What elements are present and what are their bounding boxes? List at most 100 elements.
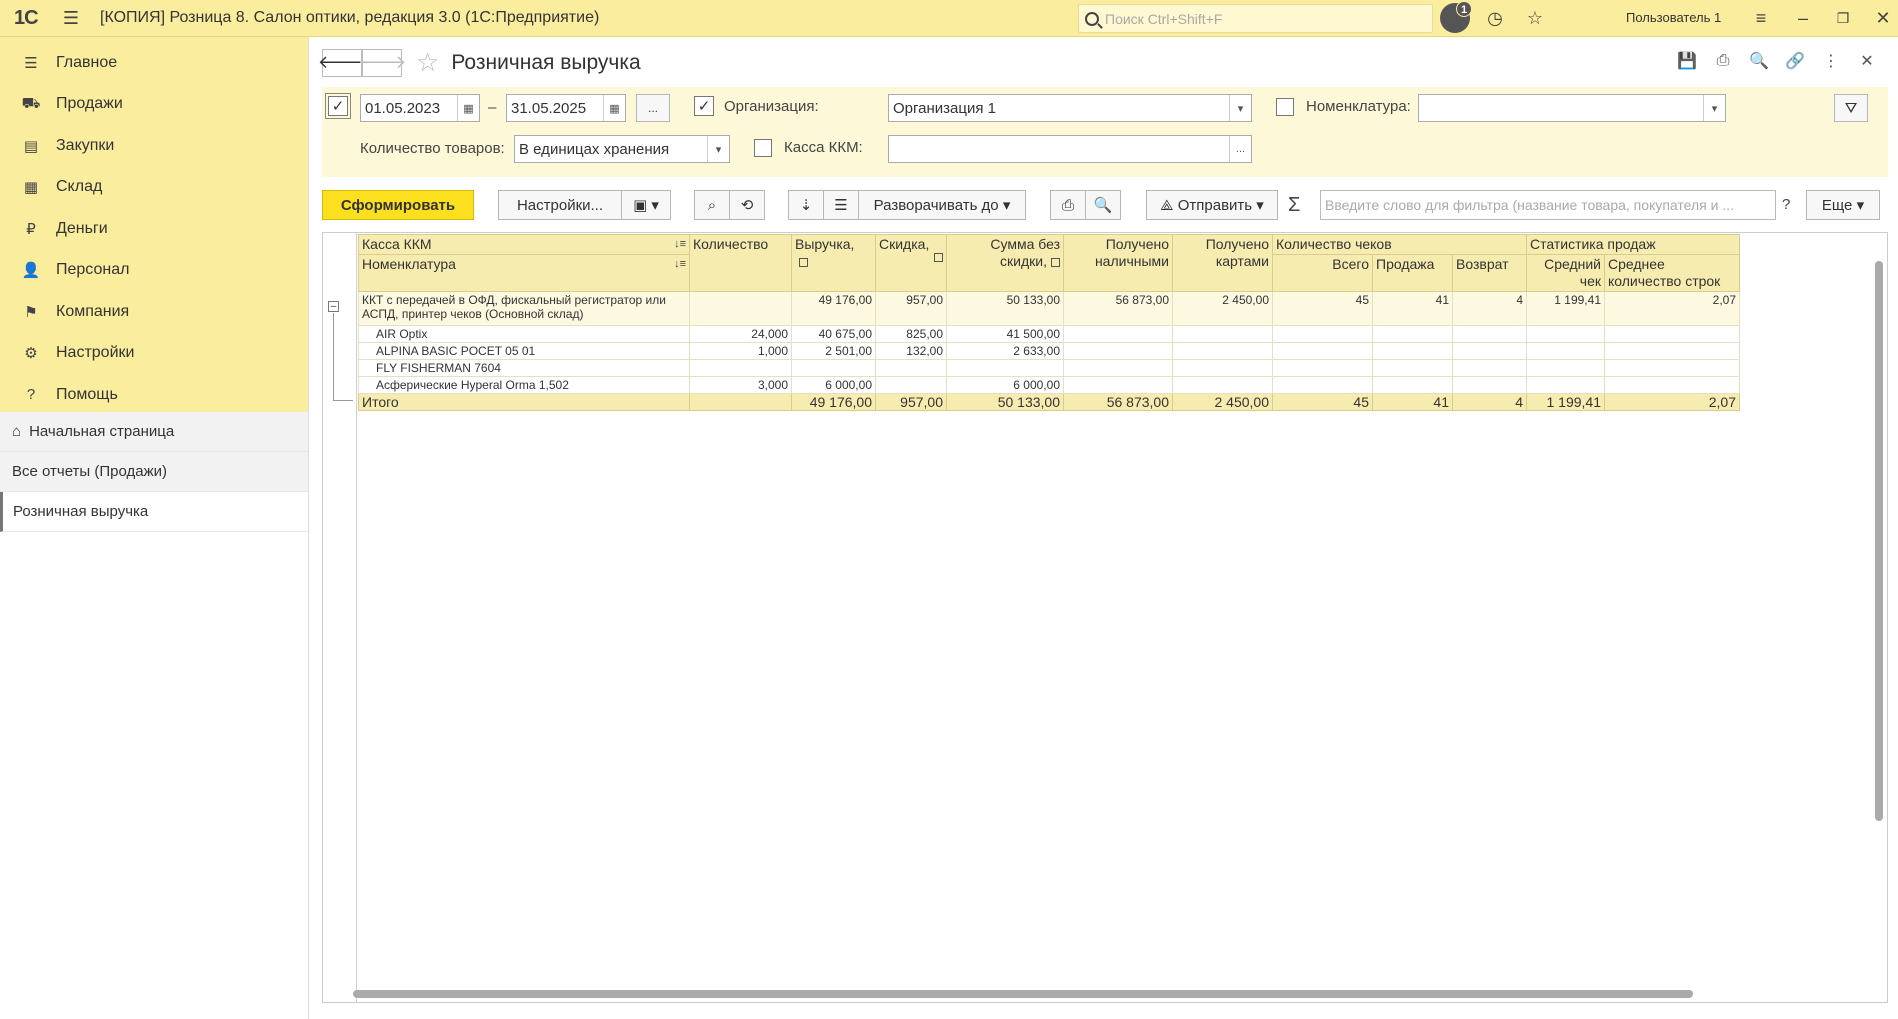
vertical-scroll-thumb[interactable] bbox=[1875, 261, 1883, 821]
header-sale[interactable]: Продажа bbox=[1372, 254, 1453, 292]
calendar-icon[interactable]: ▦ bbox=[603, 95, 625, 121]
favorite-star-icon[interactable]: ☆ bbox=[416, 47, 439, 78]
restore-icon[interactable]: ❐ bbox=[1828, 4, 1858, 34]
header-discount[interactable]: Скидка, bbox=[875, 234, 947, 292]
chevron-down-icon[interactable]: ▾ bbox=[1229, 95, 1251, 121]
header-sales-stats[interactable]: Статистика продаж bbox=[1526, 234, 1740, 255]
header-return[interactable]: Возврат bbox=[1452, 254, 1527, 292]
print-preview-icon[interactable]: 🔍 bbox=[1085, 190, 1121, 220]
header-avg-check[interactable]: Средний чек bbox=[1526, 254, 1605, 292]
minimize-icon[interactable]: – bbox=[1788, 4, 1818, 34]
select-ellipsis-button[interactable]: ... bbox=[1229, 136, 1251, 162]
table-row[interactable]: FLY FISHERMAN 7604 bbox=[358, 359, 1740, 377]
chevron-down-icon[interactable]: ▾ bbox=[707, 136, 729, 162]
app-title: [КОПИЯ] Розница 8. Салон оптики, редакци… bbox=[100, 9, 600, 26]
period-checkbox[interactable]: ✓ bbox=[325, 93, 351, 119]
kkm-field[interactable]: ... bbox=[888, 135, 1252, 163]
section-label: Закупки bbox=[56, 136, 115, 154]
header-revenue[interactable]: Выручка, bbox=[791, 234, 876, 292]
section-staff[interactable]: 👤 Персонал bbox=[0, 250, 308, 292]
cell-empty bbox=[1526, 376, 1605, 394]
close-form-icon[interactable]: ✕ bbox=[1852, 49, 1882, 73]
link-icon[interactable]: 🔗 bbox=[1780, 49, 1810, 73]
send-dropdown[interactable]: ⟁ Отправить ▾ bbox=[1146, 190, 1278, 220]
search-clear-icon[interactable]: ⟲ bbox=[729, 190, 765, 220]
report-spreadsheet[interactable]: – Касса ККМ ↓≡ Количество Выручка, Скидка… bbox=[322, 232, 1888, 1003]
settings-menu-icon[interactable]: ≡ bbox=[1746, 4, 1776, 34]
horizontal-scrollbar[interactable] bbox=[353, 990, 1853, 998]
period-to-field[interactable]: 31.05.2025 ▦ bbox=[506, 94, 626, 122]
cell-name: AIR Optix bbox=[358, 325, 690, 343]
main-menu-icon[interactable]: ☰ bbox=[56, 3, 86, 33]
totals-row[interactable]: Итого 49 176,00 957,00 50 133,00 56 873,… bbox=[358, 393, 1740, 411]
period-select-button[interactable]: ... bbox=[636, 94, 670, 122]
open-window-all-reports[interactable]: Все отчеты (Продажи) bbox=[0, 452, 308, 492]
generate-button[interactable]: Сформировать bbox=[322, 190, 474, 220]
header-total[interactable]: Всего bbox=[1272, 254, 1373, 292]
back-button[interactable]: 🡐 bbox=[318, 48, 366, 77]
chevron-down-icon[interactable]: ▾ bbox=[1703, 95, 1725, 121]
preview-icon[interactable]: 🔍 bbox=[1744, 49, 1774, 73]
history-icon[interactable]: ◷ bbox=[1480, 4, 1510, 34]
section-main[interactable]: ☰ Главное bbox=[0, 42, 308, 84]
sort-icon[interactable]: ↓≡ bbox=[674, 236, 686, 253]
forward-button[interactable]: 🡒 bbox=[358, 48, 406, 77]
open-window-home[interactable]: ⌂ Начальная страница bbox=[0, 412, 308, 452]
table-row[interactable]: Асферические Hyperal Orma 1,502 3,000 6 … bbox=[358, 376, 1740, 394]
horizontal-scroll-thumb[interactable] bbox=[353, 990, 1693, 998]
organization-field[interactable]: Организация 1 ▾ bbox=[888, 94, 1252, 122]
section-sales[interactable]: ⛟ Продажи bbox=[0, 84, 308, 126]
nomenclature-checkbox[interactable] bbox=[1276, 98, 1294, 116]
header-cash[interactable]: Получено наличными bbox=[1063, 234, 1173, 292]
table-row[interactable]: ALPINA BASIC POCET 05 01 1,000 2 501,00 … bbox=[358, 342, 1740, 360]
nomenclature-field[interactable]: ▾ bbox=[1418, 94, 1726, 122]
header-kkm[interactable]: Касса ККМ ↓≡ bbox=[358, 234, 690, 255]
settings-button[interactable]: Настройки... bbox=[498, 190, 622, 220]
section-settings[interactable]: ⚙ Настройки bbox=[0, 333, 308, 375]
collapse-group-icon[interactable]: – bbox=[328, 301, 339, 312]
print-icon[interactable]: ⎙ bbox=[1708, 49, 1738, 73]
notifications-icon[interactable]: 1 bbox=[1440, 1, 1472, 33]
header-avg-lines[interactable]: Среднее количество строк bbox=[1604, 254, 1740, 292]
expand-groups-icon[interactable]: ☰ bbox=[823, 190, 859, 220]
sort-icon[interactable]: ↓≡ bbox=[674, 256, 686, 273]
filter-help-icon[interactable]: ? bbox=[1782, 196, 1790, 213]
header-cards[interactable]: Получено картами bbox=[1172, 234, 1273, 292]
close-window-icon[interactable]: ✕ bbox=[1868, 4, 1898, 34]
print-icon[interactable]: ⎙ bbox=[1050, 190, 1086, 220]
app-logo[interactable]: 1С bbox=[14, 7, 56, 30]
section-help[interactable]: ? Помощь bbox=[0, 374, 308, 416]
header-checks-count[interactable]: Количество чеков bbox=[1272, 234, 1527, 255]
organization-checkbox[interactable]: ✓ bbox=[694, 96, 714, 116]
open-window-retail-revenue[interactable]: Розничная выручка bbox=[0, 492, 308, 532]
cell-revenue bbox=[791, 359, 876, 377]
global-search-input[interactable]: Поиск Ctrl+Shift+F bbox=[1078, 4, 1433, 33]
header-nomenclature[interactable]: Номенклатура ↓≡ bbox=[358, 254, 690, 292]
more-vertical-icon[interactable]: ⋮ bbox=[1816, 49, 1846, 73]
header-sum-no-discount[interactable]: Сумма без скидки, bbox=[946, 234, 1064, 292]
section-warehouse[interactable]: ▦ Склад bbox=[0, 167, 308, 209]
group-row[interactable]: ККТ с передачей в ОФД, фискальный регист… bbox=[358, 291, 1740, 326]
variants-dropdown-icon[interactable]: ▣ ▾ bbox=[621, 190, 671, 220]
table-row[interactable]: AIR Optix 24,000 40 675,00 825,00 41 500… bbox=[358, 325, 1740, 343]
calendar-icon[interactable]: ▦ bbox=[457, 95, 479, 121]
quantity-units-select[interactable]: В единицах хранения ▾ bbox=[514, 135, 730, 163]
search-icon[interactable]: ⌕ bbox=[694, 190, 730, 220]
save-icon[interactable]: 💾 bbox=[1672, 49, 1702, 73]
section-money[interactable]: ₽ Деньги bbox=[0, 208, 308, 250]
favorites-icon[interactable]: ☆ bbox=[1520, 4, 1550, 34]
header-quantity[interactable]: Количество bbox=[689, 234, 792, 292]
vertical-scrollbar[interactable] bbox=[1875, 243, 1883, 993]
sum-icon[interactable]: Σ bbox=[1288, 194, 1300, 217]
expand-to-dropdown[interactable]: Разворачивать до ▾ bbox=[858, 190, 1026, 220]
collapse-groups-icon[interactable]: ⇣ bbox=[788, 190, 824, 220]
current-user[interactable]: Пользователь 1 bbox=[1626, 10, 1721, 25]
kkm-checkbox[interactable] bbox=[754, 139, 772, 157]
filter-settings-icon[interactable]: ⛛ bbox=[1834, 94, 1868, 122]
report-toolbar: Сформировать Настройки... ▣ ▾ ⌕ ⟲ ⇣ ☰ Ра… bbox=[322, 190, 1888, 222]
section-purchases[interactable]: ▤ Закупки bbox=[0, 125, 308, 167]
period-from-field[interactable]: 01.05.2023 ▦ bbox=[360, 94, 480, 122]
section-company[interactable]: ⚑ Компания bbox=[0, 291, 308, 333]
report-filter-input[interactable]: Введите слово для фильтра (название това… bbox=[1320, 190, 1776, 220]
more-button[interactable]: Еще ▾ bbox=[1806, 190, 1880, 220]
